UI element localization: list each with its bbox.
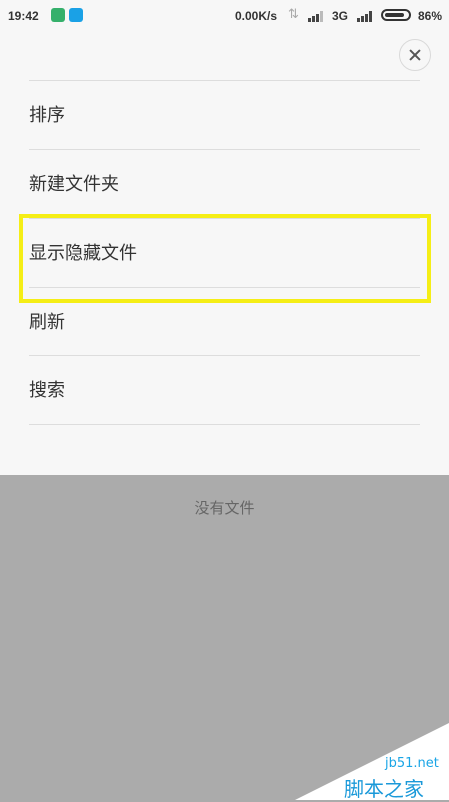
signal-icon-2 xyxy=(357,10,375,22)
data-arrows-icon: ⇅ xyxy=(288,6,299,21)
close-icon[interactable] xyxy=(399,39,431,71)
divider xyxy=(29,80,420,81)
network-type: 3G xyxy=(332,9,349,23)
status-time: 19:42 xyxy=(8,9,39,23)
watermark-name: 脚本之家 xyxy=(344,777,424,801)
app-drop-icon xyxy=(69,8,83,22)
menu-item-search[interactable]: 搜索 xyxy=(29,364,420,414)
divider xyxy=(29,355,420,356)
menu-item-refresh[interactable]: 刷新 xyxy=(29,296,420,346)
signal-icon xyxy=(308,10,326,22)
highlight-box xyxy=(19,214,431,303)
status-bar: 19:42 0.00K/s ⇅ 3G 86% xyxy=(0,0,449,32)
menu-item-new-folder[interactable]: 新建文件夹 xyxy=(29,158,420,208)
divider xyxy=(29,149,420,150)
app-shield-icon xyxy=(51,8,65,22)
menu-item-sort[interactable]: 排序 xyxy=(29,89,420,139)
battery-fill xyxy=(385,13,404,17)
watermark-site: jb51.net xyxy=(385,756,439,771)
net-speed: 0.00K/s xyxy=(235,9,278,23)
empty-state-text: 没有文件 xyxy=(194,499,255,517)
divider xyxy=(29,424,420,425)
battery-percent: 86% xyxy=(418,9,443,23)
battery-icon xyxy=(381,9,411,21)
